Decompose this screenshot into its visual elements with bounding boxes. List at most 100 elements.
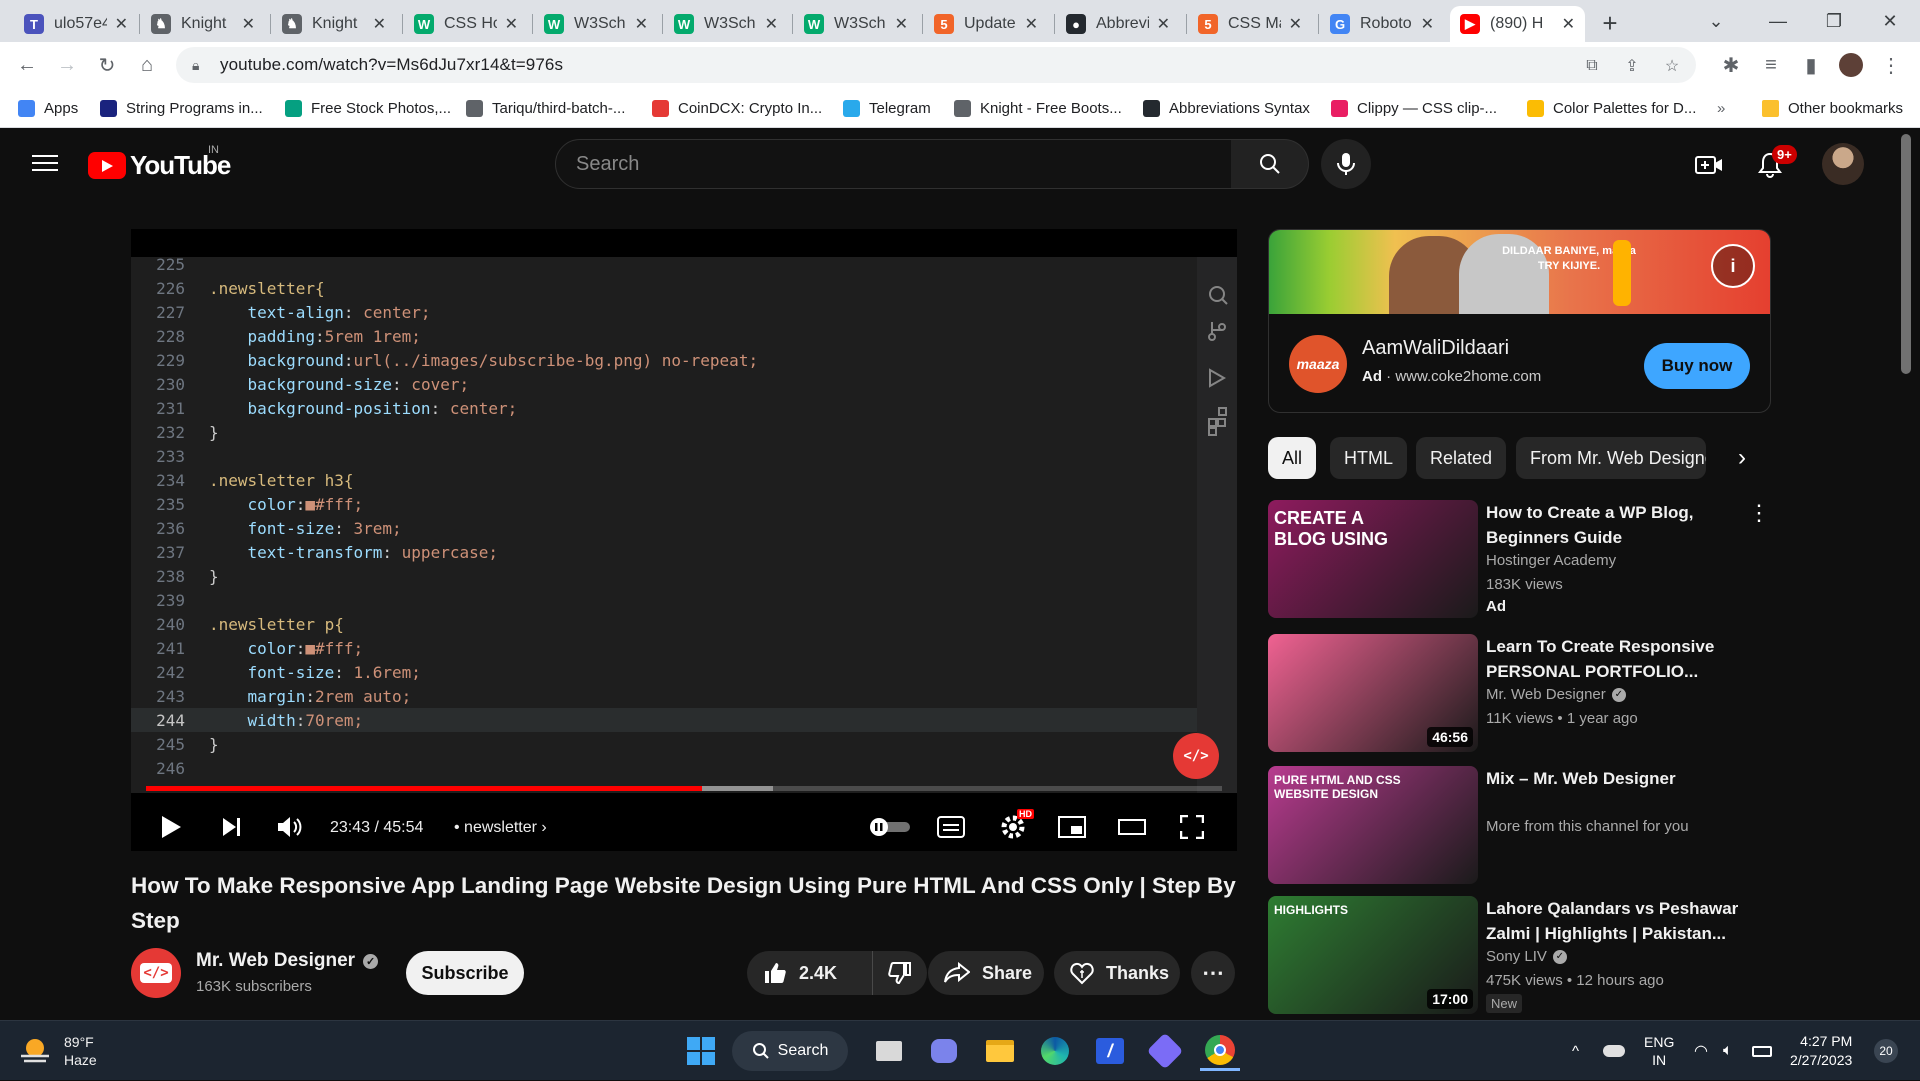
like-button[interactable]: 2.4K xyxy=(747,951,873,995)
browser-tab[interactable]: ♞ Knight ✕ xyxy=(141,6,265,42)
weather-widget[interactable]: 89°F Haze xyxy=(18,1033,97,1069)
task-view-icon[interactable] xyxy=(869,1031,909,1071)
channel-name[interactable]: Mr. Web Designer ✓ xyxy=(196,950,379,972)
browser-tab[interactable]: Tulo57e4 ✕ xyxy=(14,6,138,42)
chip-html[interactable]: HTML xyxy=(1330,437,1407,479)
recommended-video[interactable]: 46:56 Learn To Create Responsive PERSONAL… xyxy=(1268,634,1771,752)
battery-icon[interactable] xyxy=(1752,1021,1772,1081)
search-input[interactable]: Search xyxy=(555,139,1232,189)
video-channel[interactable]: Hostinger Academy xyxy=(1486,552,1616,569)
browser-tab[interactable]: G Roboto ✕ xyxy=(1320,6,1444,42)
close-tab-icon[interactable]: ✕ xyxy=(505,14,518,34)
bookmark-item[interactable]: Telegram xyxy=(843,96,931,120)
bookmark-item[interactable]: Apps xyxy=(18,96,78,120)
close-tab-icon[interactable]: ✕ xyxy=(635,14,648,34)
ad-card[interactable]: DILDAAR BANIYE, maaza TRY KIJIYE. i maaz… xyxy=(1268,229,1771,413)
video-menu-icon[interactable]: ⋮ xyxy=(1748,500,1770,526)
browser-tab[interactable]: W W3Sch ✕ xyxy=(664,6,788,42)
video-thumbnail[interactable]: 46:56 xyxy=(1268,634,1478,752)
share-button[interactable]: Share xyxy=(928,951,1044,995)
address-bar[interactable]: 🔒︎ youtube.com/watch?v=Ms6dJu7xr14&t=976… xyxy=(176,47,1696,83)
ad-banner[interactable]: DILDAAR BANIYE, maaza TRY KIJIYE. i xyxy=(1269,230,1770,314)
side-panel-icon[interactable]: ▮ xyxy=(1796,50,1826,80)
video-thumbnail[interactable]: CREATE A BLOG USING xyxy=(1268,500,1478,618)
bookmark-item[interactable]: Tariqu/third-batch-... xyxy=(466,96,625,120)
video-channel[interactable]: Mr. Web Designer ✓ xyxy=(1486,686,1626,703)
channel-avatar[interactable]: </> xyxy=(131,948,181,998)
video-thumbnail[interactable]: HIGHLIGHTS 17:00 xyxy=(1268,896,1478,1014)
profile-avatar[interactable] xyxy=(1836,50,1866,80)
close-tab-icon[interactable]: ✕ xyxy=(115,14,128,34)
chrome-app-icon[interactable] xyxy=(1200,1031,1240,1071)
browser-tab[interactable]: 5 CSS Ma ✕ xyxy=(1188,6,1312,42)
vscode-app-icon[interactable]: / xyxy=(1090,1031,1130,1071)
reload-icon[interactable]: ↻ xyxy=(92,50,122,80)
chapter-title[interactable]: • newsletter › xyxy=(454,819,547,837)
subscribe-button[interactable]: Subscribe xyxy=(406,951,524,995)
chips-next-icon[interactable]: › xyxy=(1722,437,1762,479)
extensions-icon[interactable]: ✱ xyxy=(1716,50,1746,80)
buy-now-button[interactable]: Buy now xyxy=(1644,343,1750,389)
browser-tab[interactable]: ▶ (890) H ✕ xyxy=(1450,6,1585,42)
open-in-app-icon[interactable]: ⧉ xyxy=(1580,54,1604,78)
share-page-icon[interactable]: ⇪ xyxy=(1620,54,1644,78)
bookmark-item[interactable]: Abbreviations Syntax xyxy=(1143,96,1310,120)
thanks-button[interactable]: Thanks xyxy=(1054,951,1180,995)
file-explorer-icon[interactable] xyxy=(980,1031,1020,1071)
taskbar-search[interactable]: Search xyxy=(732,1031,848,1071)
close-tab-icon[interactable]: ✕ xyxy=(1157,14,1170,34)
chip-related[interactable]: Related xyxy=(1416,437,1507,479)
forward-icon[interactable]: → xyxy=(52,50,82,80)
next-button[interactable] xyxy=(214,809,250,845)
menu-icon[interactable] xyxy=(32,150,58,176)
more-bookmarks-icon[interactable]: » xyxy=(1717,96,1725,120)
theater-mode-button[interactable] xyxy=(1114,809,1150,845)
show-hidden-icons[interactable]: ^ xyxy=(1572,1021,1579,1081)
teams-chat-icon[interactable] xyxy=(924,1031,964,1071)
chip-all[interactable]: All xyxy=(1268,437,1317,479)
close-tab-icon[interactable]: ✕ xyxy=(1562,14,1575,34)
play-button[interactable] xyxy=(153,809,189,845)
miniplayer-button[interactable] xyxy=(1054,809,1090,845)
close-tab-icon[interactable]: ✕ xyxy=(895,14,908,34)
chip-from-channel[interactable]: From Mr. Web Designer xyxy=(1516,437,1706,479)
speaker-icon[interactable]: 🔈︎ xyxy=(1723,1021,1733,1081)
bookmark-item[interactable]: String Programs in... xyxy=(100,96,263,120)
new-tab-button[interactable]: + xyxy=(1595,9,1625,39)
youtube-logo[interactable]: YouTube IN xyxy=(88,144,231,181)
ad-info-icon[interactable]: i xyxy=(1711,244,1755,288)
browser-tab[interactable]: ● Abbrevi ✕ xyxy=(1056,6,1180,42)
close-tab-icon[interactable]: ✕ xyxy=(242,14,255,34)
video-player[interactable]: 225 226 .newsletter{227 text-align: center… xyxy=(131,229,1237,851)
maximize-button[interactable]: ❐ xyxy=(1808,0,1860,42)
bookmark-star-icon[interactable]: ☆ xyxy=(1660,54,1684,78)
bookmark-item[interactable]: Clippy — CSS clip-... xyxy=(1331,96,1497,120)
create-video-icon[interactable] xyxy=(1692,148,1726,182)
bookmark-item[interactable]: Free Stock Photos,... xyxy=(285,96,451,120)
account-avatar[interactable] xyxy=(1822,143,1864,185)
back-icon[interactable]: ← xyxy=(12,50,42,80)
browser-tab[interactable]: W W3Sch ✕ xyxy=(534,6,658,42)
bookmark-item[interactable]: Color Palettes for D... xyxy=(1527,96,1696,120)
channel-watermark-icon[interactable]: </> xyxy=(1173,733,1219,779)
browser-tab[interactable]: W W3Sch ✕ xyxy=(794,6,918,42)
other-bookmarks[interactable]: Other bookmarks xyxy=(1762,96,1903,120)
settings-button[interactable]: HD xyxy=(995,809,1034,845)
bookmark-item[interactable]: Knight - Free Boots... xyxy=(954,96,1122,120)
voice-search-button[interactable] xyxy=(1321,139,1371,189)
browser-tab[interactable]: W CSS Ho ✕ xyxy=(404,6,528,42)
app-icon[interactable] xyxy=(1145,1031,1185,1071)
progress-bar[interactable] xyxy=(146,786,1222,791)
clock[interactable]: 4:27 PM 2/27/2023 xyxy=(1790,1021,1852,1081)
more-actions-button[interactable]: ⋯ xyxy=(1191,951,1235,995)
close-tab-icon[interactable]: ✕ xyxy=(765,14,778,34)
reading-list-icon[interactable]: ≡ xyxy=(1756,50,1786,80)
video-channel[interactable]: More from this channel for you xyxy=(1486,818,1689,835)
video-title-link[interactable]: Learn To Create Responsive PERSONAL PORT… xyxy=(1486,634,1756,684)
chrome-menu-icon[interactable]: ⋮ xyxy=(1876,50,1906,80)
onedrive-icon[interactable] xyxy=(1603,1021,1625,1081)
recommended-video[interactable]: CREATE A BLOG USING How to Create a WP Bl… xyxy=(1268,500,1771,618)
video-channel[interactable]: Sony LIV ✓ xyxy=(1486,948,1567,965)
recommended-video[interactable]: PURE HTML AND CSS WEBSITE DESIGN Mix – Mr… xyxy=(1268,766,1771,884)
notification-center[interactable]: 20 xyxy=(1874,1021,1898,1081)
